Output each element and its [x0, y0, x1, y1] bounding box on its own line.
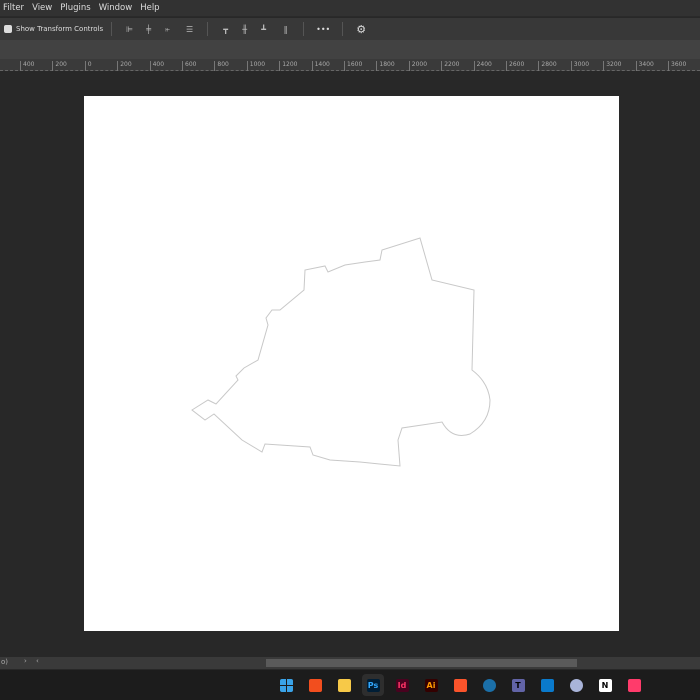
photoshop-icon: Ps: [366, 678, 380, 692]
menu-window[interactable]: Window: [99, 3, 133, 13]
align-top-icon[interactable]: ┳: [221, 25, 230, 34]
document-canvas[interactable]: [84, 96, 619, 631]
distribute-horizontal-icon[interactable]: ‖: [281, 25, 290, 34]
menu-plugins[interactable]: Plugins: [60, 3, 90, 13]
ruler-tick-label: 800: [214, 61, 229, 71]
ruler-tick-label: 3000: [570, 61, 589, 71]
ruler-tick-label: 1400: [311, 61, 330, 71]
ruler-tick-label: 1600: [344, 61, 362, 71]
menu-view[interactable]: View: [32, 3, 52, 13]
ruler-tick-label: 3200: [603, 61, 621, 71]
divider: [207, 22, 209, 36]
ruler-tick-label: 2000: [408, 61, 427, 71]
taskbar-illustrator-button[interactable]: Ai: [420, 674, 442, 696]
ruler-tick-label: 1200: [279, 61, 297, 71]
align-left-icon[interactable]: ⊫: [125, 25, 134, 34]
notion-icon: N: [598, 678, 612, 692]
taskbar-brave-button[interactable]: [449, 674, 471, 696]
show-transform-checkbox[interactable]: [4, 25, 12, 33]
creative-cloud-icon: [627, 678, 641, 692]
scroll-next-button[interactable]: ›: [24, 657, 27, 665]
illustrator-icon: Ai: [424, 678, 438, 692]
indesign-icon: Id: [395, 678, 409, 692]
brave-icon: [453, 678, 467, 692]
ruler-tick-label: 1800: [376, 61, 395, 71]
scroll-prev-button[interactable]: ‹: [36, 657, 39, 665]
cinema4d-icon: [569, 678, 583, 692]
status-bar: o) › ‹: [0, 657, 700, 669]
taskbar-creative-cloud-button[interactable]: [623, 674, 645, 696]
horizontal-ruler[interactable]: 400 200 0 200 400 600 800 1000 1200 1400 1600 1800 2…: [0, 59, 700, 71]
align-right-icon[interactable]: ⫦: [163, 25, 172, 34]
taskbar-figma-button[interactable]: [304, 674, 326, 696]
ruler-tick-label: 200: [117, 61, 132, 71]
divider: [111, 22, 113, 36]
divider: [303, 22, 305, 36]
vscode-icon: [540, 678, 554, 692]
menu-filter[interactable]: Filter: [3, 3, 24, 13]
gear-icon[interactable]: ⚙: [356, 24, 366, 35]
menu-bar: Filter View Plugins Window Help: [0, 0, 700, 17]
teams-icon: T: [511, 678, 525, 692]
menu-help[interactable]: Help: [140, 3, 159, 13]
taskbar-photoshop-button[interactable]: Ps: [362, 674, 384, 696]
ruler-tick-label: 2400: [473, 61, 492, 71]
ruler-tick-label: 2200: [441, 61, 459, 71]
taskbar-teams-button[interactable]: T: [507, 674, 529, 696]
status-left: o): [1, 658, 9, 666]
align-bottom-icon[interactable]: ┻: [259, 25, 268, 34]
options-bar: Show Transform Controls ⊫ ╪ ⫦ ☰ ┳ ╫ ┻ ‖ …: [0, 18, 700, 40]
ruler-tick-label: 2800: [538, 61, 557, 71]
document-tab-bar: [0, 40, 700, 59]
show-transform-label[interactable]: Show Transform Controls: [16, 25, 103, 33]
divider: [342, 22, 344, 36]
ruler-tick-label: 2600: [506, 61, 524, 71]
horizontal-scrollbar-thumb[interactable]: [266, 659, 577, 667]
file-explorer-icon: [337, 678, 351, 692]
align-hcenter-icon[interactable]: ╪: [144, 25, 153, 34]
taskbar: Ps Id Ai T N: [0, 670, 700, 700]
taskbar-vscode-button[interactable]: [536, 674, 558, 696]
figma-icon: [308, 678, 322, 692]
taskbar-cinema4d-button[interactable]: [565, 674, 587, 696]
taskbar-steam-button[interactable]: [478, 674, 500, 696]
taskbar-start-button[interactable]: [275, 674, 297, 696]
steam-icon: [482, 678, 496, 692]
ruler-tick-label: 400: [20, 61, 34, 71]
ruler-tick-label: 1000: [246, 61, 265, 71]
align-vcenter-icon[interactable]: ╫: [240, 25, 249, 34]
ruler-tick-label: 600: [182, 61, 196, 71]
ruler-tick-label: 400: [149, 61, 164, 71]
taskbar-indesign-button[interactable]: Id: [391, 674, 413, 696]
map-outline-shape: [191, 237, 491, 467]
ruler-tick-label: 3400: [635, 61, 654, 71]
taskbar-file-explorer-button[interactable]: [333, 674, 355, 696]
taskbar-notion-button[interactable]: N: [594, 674, 616, 696]
more-options-button[interactable]: •••: [316, 25, 330, 34]
ruler-tick-label: 0: [84, 61, 92, 71]
start-icon: [279, 678, 293, 692]
ruler-tick-label: 3600: [668, 61, 686, 71]
distribute-vertical-icon[interactable]: ☰: [185, 25, 194, 34]
ruler-tick-label: 200: [52, 61, 67, 71]
